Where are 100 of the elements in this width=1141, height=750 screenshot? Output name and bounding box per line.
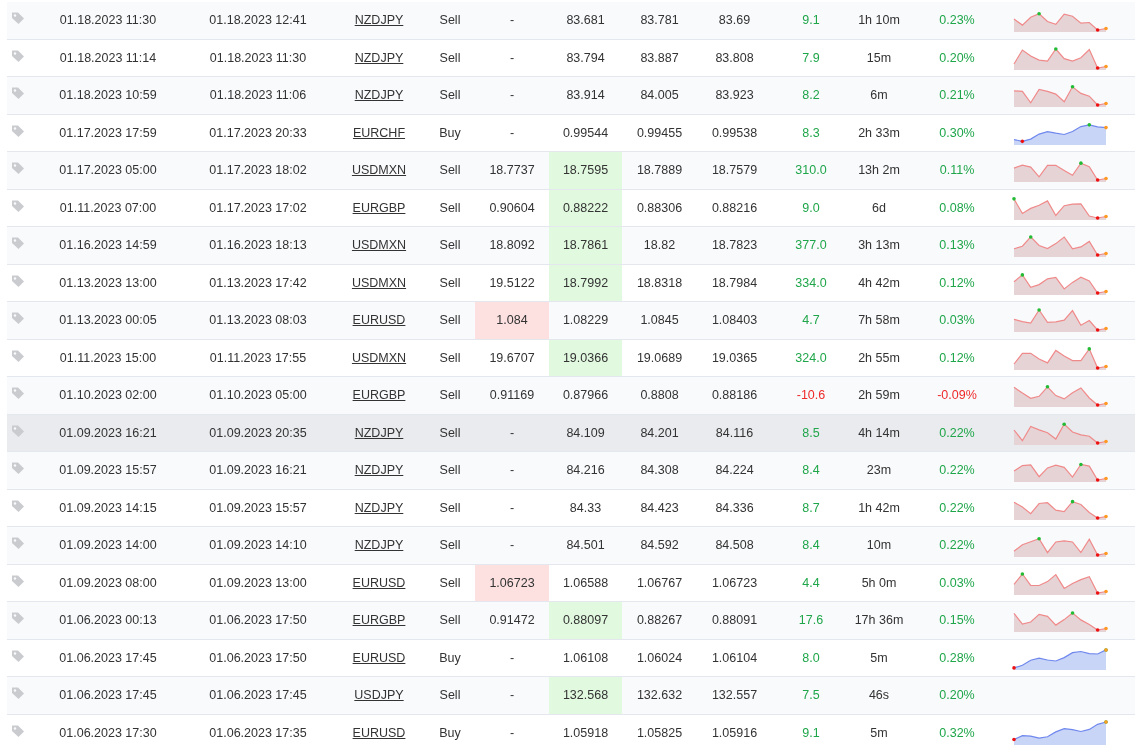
symbol-link[interactable]: NZDJPY	[354, 463, 404, 478]
close-time: 01.13.2023 08:03	[208, 312, 308, 330]
table-cell-text: 132.557	[710, 687, 759, 705]
table-cell-text: 0.87966	[561, 387, 610, 405]
table-cell-text: 0.99455	[635, 124, 684, 142]
table-cell-text: 0.88186	[710, 387, 759, 405]
tag-icon[interactable]	[11, 686, 25, 700]
symbol-link[interactable]: USDMXN	[351, 350, 407, 365]
trade-type: Sell	[438, 462, 462, 480]
trade-type: Sell	[438, 499, 462, 517]
trade-type: Sell	[438, 199, 462, 217]
open-time: 01.18.2023 10:59	[58, 87, 158, 105]
table-cell-text: 0.91472	[488, 612, 536, 630]
pips-value: 4.7	[801, 312, 821, 330]
tag-icon[interactable]	[11, 236, 25, 250]
percent-change: 0.20%	[938, 687, 976, 705]
table-cell-text: -	[508, 12, 516, 30]
trade-type: Buy	[438, 724, 462, 742]
symbol-link[interactable]: EURGBP	[352, 200, 406, 215]
symbol-link[interactable]: EURUSD	[352, 725, 406, 740]
symbol-link[interactable]: EURGBP	[352, 388, 406, 403]
duration: 5m	[869, 724, 889, 742]
tag-icon[interactable]	[11, 611, 25, 625]
close-time: 01.09.2023 14:10	[208, 537, 308, 555]
pips-value: 377.0	[794, 237, 828, 255]
symbol-link[interactable]: USDJPY	[354, 688, 404, 703]
close-time: 01.18.2023 11:30	[208, 49, 308, 67]
symbol-link[interactable]: USDMXN	[351, 163, 407, 178]
tag-icon[interactable]	[11, 386, 25, 400]
symbol-link[interactable]: EURUSD	[352, 575, 406, 590]
trade-type: Sell	[438, 687, 462, 705]
table-cell: 18.7595	[549, 152, 622, 189]
symbol-link[interactable]: EURUSD	[352, 650, 406, 665]
table-cell: 1.084	[475, 302, 549, 339]
symbol-link[interactable]: NZDJPY	[354, 425, 404, 440]
tag-icon[interactable]	[11, 423, 25, 438]
tag-icon[interactable]	[11, 573, 25, 588]
table-cell-text: 84.116	[714, 424, 755, 442]
tag-icon[interactable]	[11, 48, 25, 63]
tag-icon[interactable]	[11, 348, 25, 363]
tag-icon[interactable]	[11, 86, 25, 100]
table-cell-text: 1.05825	[635, 724, 684, 742]
pips-value: 9.0	[801, 199, 821, 217]
close-time: 01.06.2023 17:35	[208, 724, 308, 742]
trade-type: Buy	[438, 124, 462, 142]
tag-icon[interactable]	[11, 123, 25, 138]
close-time: 01.06.2023 17:50	[208, 649, 308, 667]
symbol-link[interactable]: NZDJPY	[354, 500, 404, 515]
table-cell-text: 84.308	[639, 462, 680, 480]
duration: 4h 14m	[857, 424, 901, 442]
table-cell-text: 18.7737	[488, 162, 536, 180]
symbol-link[interactable]: EURGBP	[352, 613, 406, 628]
open-time: 01.06.2023 17:45	[58, 649, 158, 667]
trade-type: Sell	[438, 537, 462, 555]
tag-icon[interactable]	[11, 536, 25, 550]
close-time: 01.09.2023 20:35	[208, 424, 308, 442]
tag-icon[interactable]	[11, 161, 25, 175]
tag-icon[interactable]	[11, 11, 25, 25]
table-cell-text: 19.6707	[488, 349, 536, 367]
tag-icon[interactable]	[11, 648, 25, 663]
open-time: 01.09.2023 08:00	[58, 574, 158, 592]
tag-icon[interactable]	[11, 498, 25, 513]
duration: 15m	[865, 49, 893, 67]
table-cell-text: 18.7984	[710, 274, 759, 292]
tag-icon[interactable]	[11, 723, 25, 738]
symbol-link[interactable]: NZDJPY	[354, 13, 404, 28]
tag-icon[interactable]	[11, 198, 25, 213]
table-cell: 18.7992	[549, 264, 622, 301]
pips-value: 7.5	[801, 687, 821, 705]
symbol-link[interactable]: EURUSD	[352, 313, 406, 328]
percent-change: 0.28%	[938, 649, 976, 667]
duration: 2h 59m	[857, 387, 901, 405]
close-time: 01.06.2023 17:50	[208, 612, 308, 630]
symbol-link[interactable]: USDMXN	[351, 275, 407, 290]
tag-icon[interactable]	[11, 273, 25, 288]
symbol-link[interactable]: NZDJPY	[354, 538, 404, 553]
tag-icon[interactable]	[11, 311, 25, 325]
open-time: 01.09.2023 14:00	[58, 537, 158, 555]
open-time: 01.09.2023 15:57	[58, 462, 158, 480]
duration: 5m	[869, 649, 889, 667]
open-time: 01.06.2023 00:13	[58, 612, 158, 630]
duration: 13h 2m	[857, 162, 901, 180]
open-time: 01.10.2023 02:00	[58, 387, 158, 405]
pips-value: 8.0	[801, 649, 821, 667]
trade-type: Sell	[438, 237, 462, 255]
table-cell: 0.88222	[549, 189, 622, 226]
tag-icon[interactable]	[11, 461, 25, 475]
close-time: 01.17.2023 18:02	[208, 162, 308, 180]
table-cell-text: -	[508, 124, 516, 142]
symbol-link[interactable]: USDMXN	[351, 238, 407, 253]
trade-type: Sell	[438, 49, 462, 67]
table-cell-text: 83.914	[565, 87, 606, 105]
pips-value: 8.2	[801, 87, 821, 105]
percent-change: 0.13%	[938, 237, 976, 255]
percent-change: 0.20%	[938, 49, 976, 67]
symbol-link[interactable]: NZDJPY	[354, 50, 404, 65]
symbol-link[interactable]: EURCHF	[352, 125, 406, 140]
symbol-link[interactable]: NZDJPY	[354, 88, 404, 103]
table-cell-text: 84.592	[639, 537, 680, 555]
table-cell-text: 83.781	[639, 12, 680, 30]
